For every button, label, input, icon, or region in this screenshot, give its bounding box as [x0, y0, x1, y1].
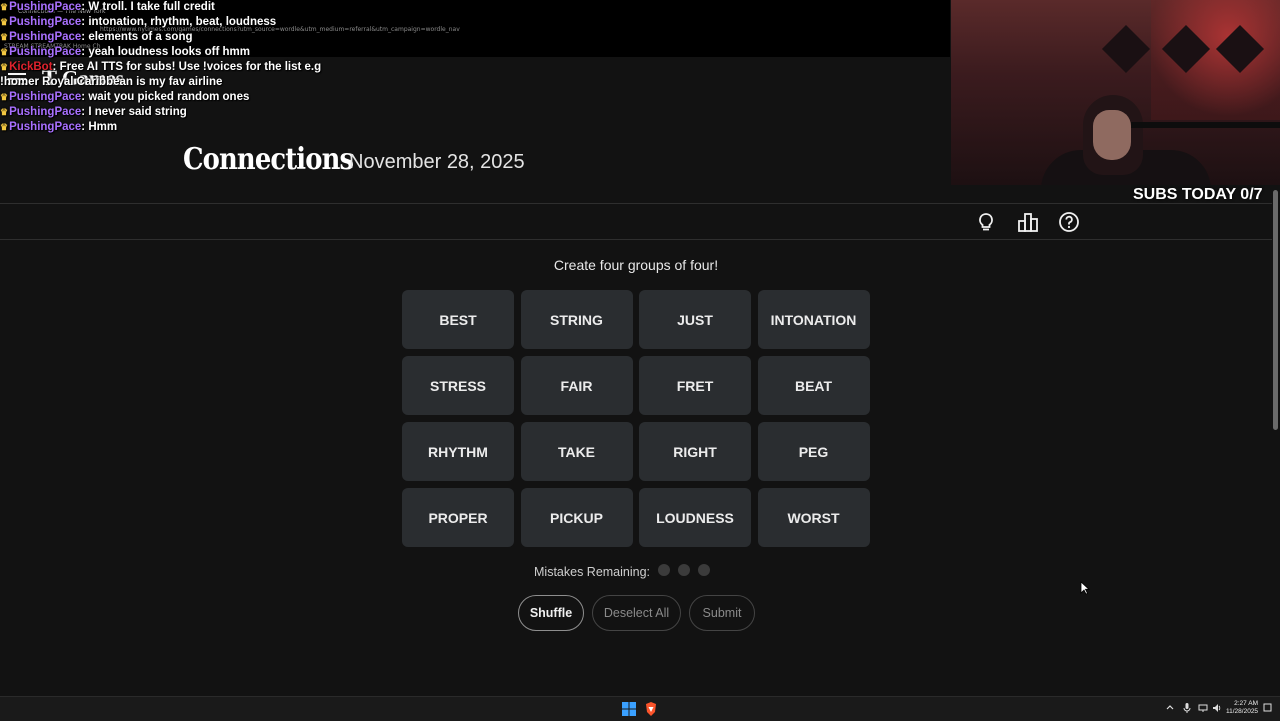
mistake-dot: [678, 564, 691, 576]
crown-badge-icon: ♛: [0, 2, 9, 12]
chat-message: ♛PushingPace: elements of a song: [0, 31, 193, 43]
word-card[interactable]: FRET: [639, 356, 751, 415]
network-icon[interactable]: [1198, 703, 1208, 713]
word-card[interactable]: PROPER: [402, 488, 514, 547]
word-card[interactable]: LOUDNESS: [639, 488, 751, 547]
chat-text: intonation, rhythm, beat, loudness: [88, 16, 277, 28]
chat-text: Hmm: [88, 121, 118, 133]
chat-message: ♛PushingPace: I never said string: [0, 106, 187, 118]
chat-text: wait you picked random ones: [88, 91, 250, 103]
toolbar-divider: [0, 239, 1272, 240]
mistakes-remaining: Mistakes Remaining:: [534, 564, 711, 579]
help-icon[interactable]: [1058, 211, 1080, 233]
chat-username[interactable]: PushingPace: [9, 121, 81, 133]
chat-message: ♛KickBot: Free AI TTS for subs! Use !voi…: [0, 61, 322, 73]
crown-badge-icon: ♛: [0, 122, 9, 132]
word-card[interactable]: INTONATION: [757, 290, 870, 349]
volume-icon[interactable]: [1212, 703, 1222, 713]
lightbulb-icon[interactable]: [975, 211, 997, 233]
submit-button[interactable]: Submit: [689, 595, 755, 631]
clock-date: 11/28/2025: [1226, 708, 1259, 715]
brave-browser-icon[interactable]: [644, 702, 658, 716]
chat-username[interactable]: KickBot: [9, 61, 52, 73]
chat-message: ♛PushingPace: wait you picked random one…: [0, 91, 250, 103]
mistake-dots: [650, 564, 711, 579]
windows-taskbar: [0, 696, 1280, 721]
chat-message: ♛PushingPace: intonation, rhythm, beat, …: [0, 16, 277, 28]
deselect-all-button[interactable]: Deselect All: [592, 595, 681, 631]
crown-badge-icon: ♛: [0, 17, 9, 27]
chat-message: ♛PushingPace: W troll. I take full credi…: [0, 1, 215, 13]
crown-badge-icon: ♛: [0, 107, 9, 117]
crown-badge-icon: ♛: [0, 62, 9, 72]
chat-text: !homer Royal Caribbean is my fav airline: [0, 76, 223, 88]
word-card[interactable]: FAIR: [520, 356, 633, 415]
windows-start-icon[interactable]: [622, 702, 636, 716]
chat-message: ♛PushingPace: Hmm: [0, 121, 118, 133]
word-card[interactable]: BEST: [402, 290, 514, 349]
word-card[interactable]: TAKE: [520, 422, 633, 481]
chat-username[interactable]: PushingPace: [9, 91, 81, 103]
clock-time: 2:27 AM: [1234, 700, 1258, 707]
chat-username[interactable]: PushingPace: [9, 46, 81, 58]
chat-username[interactable]: PushingPace: [9, 16, 81, 28]
shuffle-button[interactable]: Shuffle: [518, 595, 584, 631]
taskbar-clock[interactable]: 2:27 AM 11/28/2025: [1226, 700, 1258, 716]
chat-username[interactable]: PushingPace: [9, 106, 81, 118]
word-card[interactable]: WORST: [757, 488, 870, 547]
crown-badge-icon: ♛: [0, 47, 9, 57]
word-card[interactable]: PEG: [757, 422, 870, 481]
crown-badge-icon: ♛: [0, 32, 9, 42]
microphone-icon[interactable]: [1183, 703, 1191, 713]
chat-message: !homer Royal Caribbean is my fav airline: [0, 75, 360, 90]
mistakes-label: Mistakes Remaining:: [534, 564, 651, 579]
mouse-cursor-icon: [1080, 581, 1090, 595]
word-card[interactable]: PICKUP: [520, 488, 633, 547]
word-card[interactable]: JUST: [639, 290, 751, 349]
chat-text: yeah loudness looks off hmm: [88, 46, 250, 58]
chat-text: W troll. I take full credit: [88, 1, 215, 13]
page-scrollbar[interactable]: [1273, 190, 1278, 430]
mistake-dot: [658, 564, 671, 576]
word-card[interactable]: BEAT: [757, 356, 870, 415]
game-instructions: Create four groups of four!: [553, 257, 719, 273]
chat-text: I never said string: [88, 106, 187, 118]
stream-chat-overlay: ♛PushingPace: W troll. I take full credi…: [0, 0, 360, 135]
chat-username[interactable]: PushingPace: [9, 31, 81, 43]
chat-username[interactable]: PushingPace: [9, 1, 81, 13]
chevron-up-icon[interactable]: [1166, 703, 1174, 711]
notification-icon[interactable]: [1263, 703, 1272, 713]
page-title: Connections: [183, 142, 354, 177]
webcam-feed: [951, 0, 1280, 185]
chat-text: elements of a song: [88, 31, 193, 43]
puzzle-date: November 28, 2025: [349, 151, 525, 173]
chat-message: ♛PushingPace: yeah loudness looks off hm…: [0, 46, 250, 58]
chat-text: Free AI TTS for subs! Use !voices for th…: [59, 61, 322, 73]
leaderboard-icon[interactable]: [1017, 211, 1039, 233]
word-card[interactable]: RHYTHM: [402, 422, 514, 481]
header-divider: [0, 203, 1272, 204]
crown-badge-icon: ♛: [0, 92, 9, 102]
subs-counter: SUBS TODAY 0/7: [1133, 186, 1263, 203]
word-card[interactable]: RIGHT: [639, 422, 751, 481]
word-card[interactable]: STRING: [520, 290, 633, 349]
word-card[interactable]: STRESS: [402, 356, 514, 415]
mistake-dot: [698, 564, 711, 576]
